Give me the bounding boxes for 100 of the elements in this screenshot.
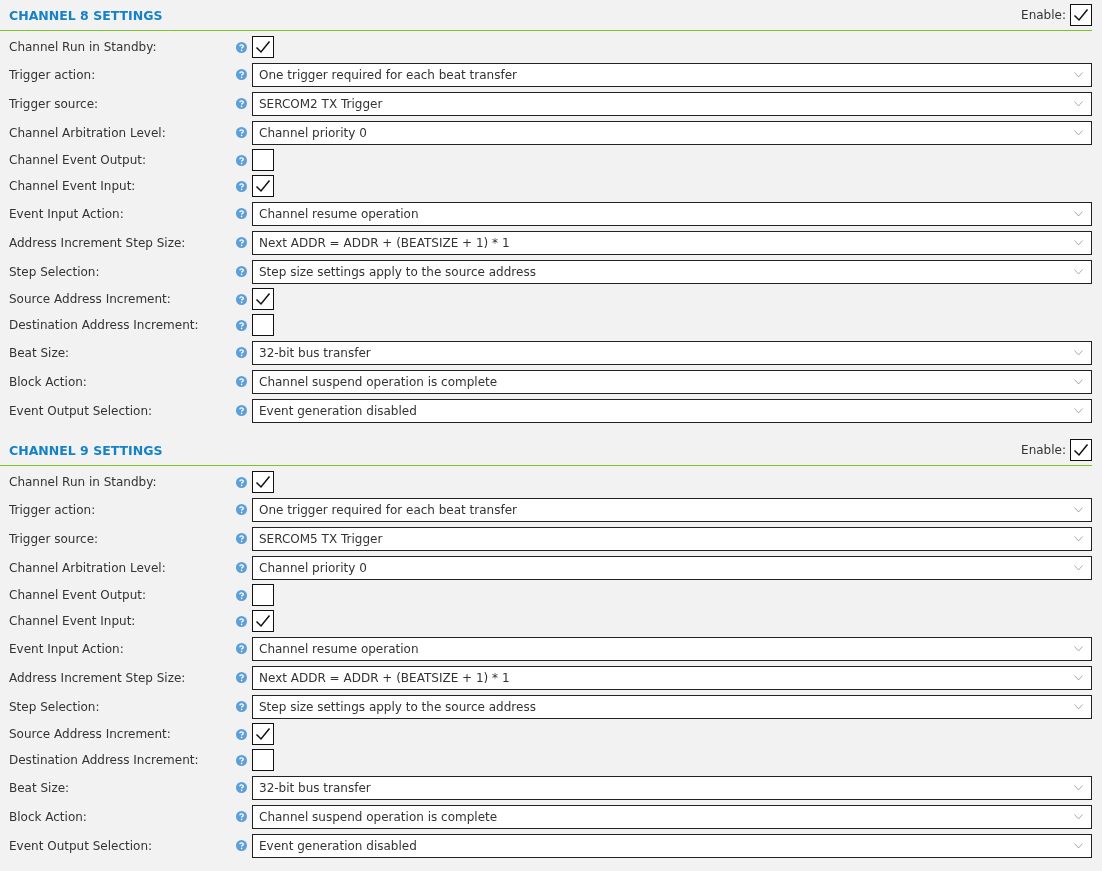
chevron-icon	[1074, 703, 1083, 710]
setting-label: Event Output Selection:	[8, 838, 154, 853]
setting-label: Channel Arbitration Level:	[8, 125, 167, 140]
checkbox[interactable]	[252, 584, 274, 606]
dropdown[interactable]: One trigger required for each beat transfer	[252, 497, 1092, 522]
setting-label: Trigger source:	[8, 531, 100, 546]
setting-label: Address Increment Step Size:	[8, 235, 187, 250]
help-icon[interactable]	[236, 811, 247, 822]
setting-label: Event Input Action:	[8, 206, 125, 221]
help-icon[interactable]	[236, 154, 247, 166]
checkbox[interactable]	[252, 175, 274, 197]
setting-label: Channel Event Input:	[8, 179, 137, 193]
chevron-icon	[1074, 842, 1083, 849]
help-icon[interactable]	[236, 319, 247, 331]
setting-label: Beat Size:	[8, 345, 71, 360]
dropdown[interactable]: 32-bit bus transfer	[252, 775, 1092, 800]
help-icon[interactable]	[236, 504, 247, 515]
setting-label: Trigger source:	[8, 96, 100, 111]
setting-label: Beat Size:	[8, 780, 71, 795]
checkmark-icon	[1073, 8, 1089, 22]
setting-label: Step Selection:	[8, 699, 101, 714]
setting-label: Source Address Increment:	[8, 292, 172, 306]
dropdown[interactable]: Channel suspend operation is complete	[252, 369, 1092, 394]
help-icon[interactable]	[236, 376, 247, 387]
checkbox[interactable]	[252, 314, 274, 336]
dropdown[interactable]: Channel resume operation	[252, 201, 1092, 226]
checkbox[interactable]	[252, 749, 274, 771]
setting-label: Destination Address Increment:	[8, 318, 200, 332]
section-title: CHANNEL 8 SETTINGS	[9, 7, 163, 23]
dropdown[interactable]: Next ADDR = ADDR + (BEATSIZE + 1) * 1	[252, 665, 1092, 690]
setting-label: Channel Run in Standby:	[8, 40, 158, 54]
chevron-icon	[1074, 378, 1083, 385]
dropdown[interactable]: Event generation disabled	[252, 833, 1092, 858]
checkmark-icon	[255, 475, 271, 489]
checkbox[interactable]	[252, 36, 274, 58]
checkbox[interactable]	[252, 610, 274, 632]
dropdown[interactable]: Next ADDR = ADDR + (BEATSIZE + 1) * 1	[252, 230, 1092, 255]
setting-label: Channel Run in Standby:	[8, 475, 158, 489]
help-icon[interactable]	[236, 589, 247, 601]
checkbox[interactable]	[252, 149, 274, 171]
setting-label: Channel Event Output:	[8, 588, 147, 602]
dropdown[interactable]: SERCOM5 TX Trigger	[252, 526, 1092, 551]
chevron-icon	[1074, 239, 1083, 246]
help-icon[interactable]	[236, 405, 247, 416]
setting-label: Trigger action:	[8, 502, 97, 517]
checkmark-icon	[255, 292, 271, 306]
help-icon[interactable]	[236, 69, 247, 80]
help-icon[interactable]	[236, 208, 247, 219]
dropdown[interactable]: Channel priority 0	[252, 555, 1092, 580]
setting-label: Address Increment Step Size:	[8, 670, 187, 685]
section-title: CHANNEL 9 SETTINGS	[9, 442, 163, 458]
help-icon[interactable]	[236, 127, 247, 138]
help-icon[interactable]	[236, 701, 247, 712]
help-icon[interactable]	[236, 643, 247, 654]
dropdown[interactable]: Step size settings apply to the source address	[252, 694, 1092, 719]
help-icon[interactable]	[236, 562, 247, 573]
dropdown[interactable]: Step size settings apply to the source address	[252, 259, 1092, 284]
checkmark-icon	[255, 179, 271, 193]
help-icon[interactable]	[236, 98, 247, 109]
help-icon[interactable]	[236, 533, 247, 544]
setting-label: Event Output Selection:	[8, 403, 154, 418]
checkmark-icon	[255, 614, 271, 628]
checkmark-icon	[1073, 443, 1089, 457]
chevron-icon	[1074, 506, 1083, 513]
checkbox[interactable]	[252, 723, 274, 745]
setting-label: Channel Event Input:	[8, 614, 137, 628]
checkmark-icon	[255, 727, 271, 741]
help-icon[interactable]	[236, 180, 247, 192]
help-icon[interactable]	[236, 237, 247, 248]
help-icon[interactable]	[236, 266, 247, 277]
help-icon[interactable]	[236, 347, 247, 358]
help-icon[interactable]	[236, 615, 247, 627]
dropdown[interactable]: 32-bit bus transfer	[252, 340, 1092, 365]
help-icon[interactable]	[236, 754, 247, 766]
setting-label: Event Input Action:	[8, 641, 125, 656]
help-icon[interactable]	[236, 41, 247, 53]
help-icon[interactable]	[236, 782, 247, 793]
checkbox[interactable]	[252, 288, 274, 310]
help-icon[interactable]	[236, 476, 247, 488]
chevron-icon	[1074, 268, 1083, 275]
setting-label: Channel Event Output:	[8, 153, 147, 167]
chevron-icon	[1074, 407, 1083, 414]
dropdown[interactable]: Channel suspend operation is complete	[252, 804, 1092, 829]
checkbox[interactable]	[1070, 439, 1092, 461]
dropdown[interactable]: Channel priority 0	[252, 120, 1092, 145]
checkbox[interactable]	[1070, 4, 1092, 26]
help-icon[interactable]	[236, 672, 247, 683]
help-icon[interactable]	[236, 728, 247, 740]
setting-label: Trigger action:	[8, 67, 97, 82]
dropdown[interactable]: One trigger required for each beat transfer	[252, 62, 1092, 87]
help-icon[interactable]	[236, 840, 247, 851]
enable-label: Enable:	[1021, 8, 1066, 22]
help-icon[interactable]	[236, 293, 247, 305]
setting-label: Destination Address Increment:	[8, 753, 200, 767]
checkbox[interactable]	[252, 471, 274, 493]
chevron-icon	[1074, 645, 1083, 652]
dropdown[interactable]: Event generation disabled	[252, 398, 1092, 423]
dropdown[interactable]: SERCOM2 TX Trigger	[252, 91, 1092, 116]
chevron-icon	[1074, 564, 1083, 571]
dropdown[interactable]: Channel resume operation	[252, 636, 1092, 661]
